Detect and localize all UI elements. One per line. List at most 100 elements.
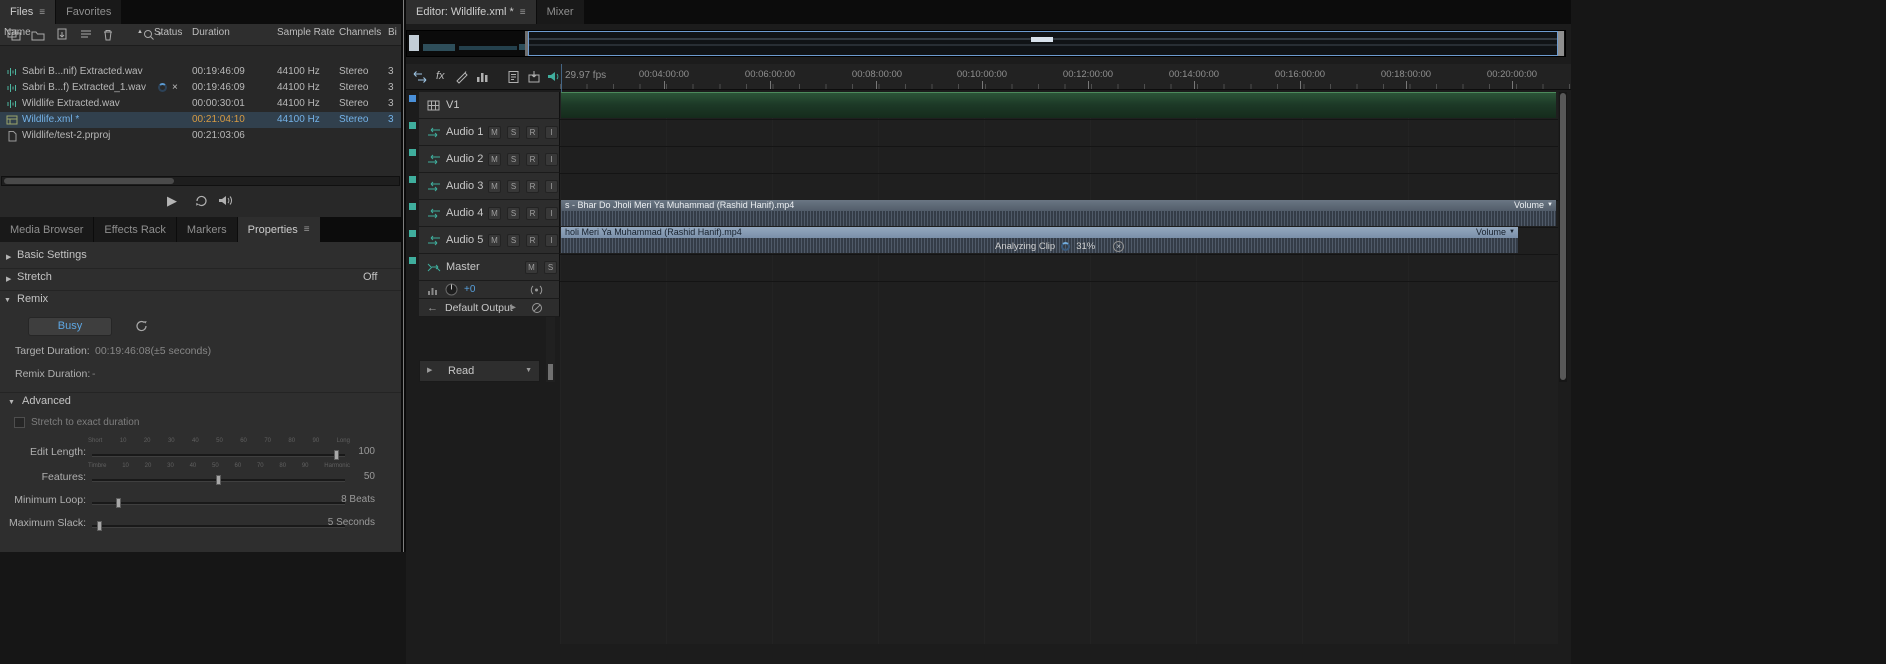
metronome-icon[interactable] <box>546 69 562 85</box>
track-header-audio1[interactable]: Audio 1 M S R I <box>406 119 560 146</box>
cancel-task-icon[interactable]: × <box>172 80 178 96</box>
cancel-analysis-button[interactable]: × <box>1113 241 1124 252</box>
clip-header[interactable]: holi Meri Ya Muhammad (Rashid Hanif).mp4… <box>561 227 1518 238</box>
chevron-right-icon[interactable]: ▶ <box>511 299 516 317</box>
mute-button[interactable]: M <box>488 153 501 166</box>
file-row[interactable]: Sabri B...nif) Extracted.wav 00:19:46:09… <box>0 64 401 80</box>
zoom-navigator[interactable] <box>406 30 1566 57</box>
no-output-icon[interactable] <box>531 302 543 314</box>
metering-icon[interactable] <box>474 69 490 85</box>
col-channels[interactable]: Channels <box>339 25 381 40</box>
fx-icon[interactable]: fx <box>436 70 445 82</box>
section-basic-settings[interactable]: Basic Settings <box>17 249 87 261</box>
auto-play-button[interactable] <box>217 193 234 208</box>
mute-button[interactable]: M <box>488 207 501 220</box>
solo-button[interactable]: S <box>507 207 520 220</box>
import-file-icon[interactable] <box>54 27 70 43</box>
edit-length-slider[interactable] <box>92 454 345 457</box>
retry-analysis-icon[interactable] <box>134 318 150 334</box>
mute-button[interactable]: M <box>488 234 501 247</box>
automation-mode-dropdown[interactable]: ▶ Read ▼ <box>419 360 540 382</box>
record-arm-button[interactable]: R <box>526 126 539 139</box>
file-row[interactable]: Wildlife/test-2.prproj 00:21:03:06 <box>0 128 401 144</box>
scrollbar-thumb[interactable] <box>1560 93 1566 380</box>
output-label[interactable]: Default Output <box>445 299 513 317</box>
monitor-input-button[interactable]: I <box>545 126 558 139</box>
tab-favorites[interactable]: Favorites <box>56 0 121 24</box>
track-header-audio4[interactable]: Audio 4 M S R I <box>406 200 560 227</box>
col-sample-rate[interactable]: Sample Rate <box>277 25 335 40</box>
solo-button[interactable]: S <box>507 153 520 166</box>
track-header-master[interactable]: Master M S <box>406 254 560 281</box>
sort-ascending-icon[interactable]: ▲ <box>137 25 143 40</box>
monitoring-icon[interactable] <box>529 284 544 296</box>
busy-button[interactable]: Busy <box>28 317 112 336</box>
files-horizontal-scrollbar[interactable] <box>1 176 400 186</box>
clip-header[interactable]: s - Bhar Do Jholi Meri Ya Muhammad (Rash… <box>561 200 1556 211</box>
tab-media-browser[interactable]: Media Browser <box>0 217 93 242</box>
monitor-input-button[interactable]: I <box>545 234 558 247</box>
col-duration[interactable]: Duration <box>192 25 230 40</box>
minimum-loop-slider-thumb[interactable] <box>116 498 121 508</box>
col-bit-depth[interactable]: Bi <box>388 25 397 40</box>
track-list-icon[interactable] <box>78 27 94 43</box>
navigator-left-handle[interactable] <box>525 31 528 56</box>
panel-menu-icon[interactable]: ≡ <box>520 7 526 18</box>
clip-volume-control[interactable]: Volume ▼ <box>1514 200 1553 211</box>
collapse-arrow-icon[interactable]: ▶ <box>6 275 11 283</box>
file-row[interactable]: Sabri B...f) Extracted_1.wav × 00:19:46:… <box>0 80 401 96</box>
monitor-input-button[interactable]: I <box>545 153 558 166</box>
record-arm-button[interactable]: R <box>526 207 539 220</box>
time-selection-tool-icon[interactable] <box>412 69 428 85</box>
tab-markers[interactable]: Markers <box>177 217 237 242</box>
record-arm-button[interactable]: R <box>526 153 539 166</box>
play-button[interactable]: ▶ <box>167 193 177 209</box>
tab-effects-rack[interactable]: Effects Rack <box>94 217 176 242</box>
section-stretch[interactable]: Stretch <box>17 271 52 283</box>
scrollbar-thumb[interactable] <box>4 178 174 184</box>
session-markers-icon[interactable] <box>506 69 522 85</box>
tab-mixer[interactable]: Mixer <box>537 0 584 24</box>
timeline-lanes[interactable]: s - Bhar Do Jholi Meri Ya Muhammad (Rash… <box>560 92 1558 644</box>
track-header-audio3[interactable]: Audio 3 M S R I <box>406 173 560 200</box>
maximum-slack-slider[interactable] <box>92 525 345 528</box>
track-header-audio2[interactable]: Audio 2 M S R I <box>406 146 560 173</box>
expand-arrow-icon[interactable]: ▼ <box>8 399 15 406</box>
scrollbar-thumb[interactable] <box>548 364 553 380</box>
solo-button[interactable]: S <box>507 180 520 193</box>
tab-files[interactable]: Files ≡ <box>0 0 55 24</box>
track-header-scrollbar[interactable] <box>546 317 555 382</box>
panel-menu-icon[interactable]: ≡ <box>304 224 310 235</box>
record-arm-button[interactable]: R <box>526 180 539 193</box>
panel-menu-icon[interactable]: ≡ <box>39 7 45 18</box>
audio-clip-track4[interactable]: s - Bhar Do Jholi Meri Ya Muhammad (Rash… <box>561 200 1556 226</box>
track-header-audio5[interactable]: Audio 5 M S R I <box>406 227 560 254</box>
features-slider-thumb[interactable] <box>216 475 221 485</box>
stretch-to-exact-duration-checkbox[interactable] <box>14 417 25 428</box>
section-advanced[interactable]: Advanced <box>22 395 71 407</box>
solo-button[interactable]: S <box>507 126 520 139</box>
razor-tool-icon[interactable] <box>454 69 470 85</box>
mute-button[interactable]: M <box>488 126 501 139</box>
loop-playback-button[interactable] <box>193 193 210 208</box>
timeline-vertical-scrollbar[interactable] <box>1559 92 1567 382</box>
expand-arrow-icon[interactable]: ▼ <box>4 297 11 304</box>
solo-button[interactable]: S <box>544 261 557 274</box>
col-name[interactable]: Name <box>4 25 31 40</box>
chevron-right-icon[interactable]: ▶ <box>427 361 432 381</box>
video-clip[interactable] <box>561 92 1556 118</box>
record-arm-button[interactable]: R <box>526 234 539 247</box>
master-gain-value[interactable]: +0 <box>464 281 475 299</box>
navigator-visible-range[interactable] <box>528 31 1558 56</box>
collapse-arrow-icon[interactable]: ▶ <box>6 253 11 261</box>
monitor-input-button[interactable]: I <box>545 180 558 193</box>
navigator-right-handle[interactable] <box>1558 31 1564 56</box>
track-header-v1[interactable]: V1 <box>406 92 560 119</box>
tab-editor[interactable]: Editor: Wildlife.xml * ≡ <box>406 0 536 24</box>
tab-properties[interactable]: Properties ≡ <box>238 217 320 242</box>
minimum-loop-slider[interactable] <box>92 502 345 505</box>
clip-waveform[interactable] <box>561 211 1556 226</box>
clip-volume-control[interactable]: Volume ▼ <box>1476 227 1515 238</box>
ruler-minor-ticks[interactable] <box>560 84 1571 89</box>
punch-in-icon[interactable] <box>526 69 542 85</box>
